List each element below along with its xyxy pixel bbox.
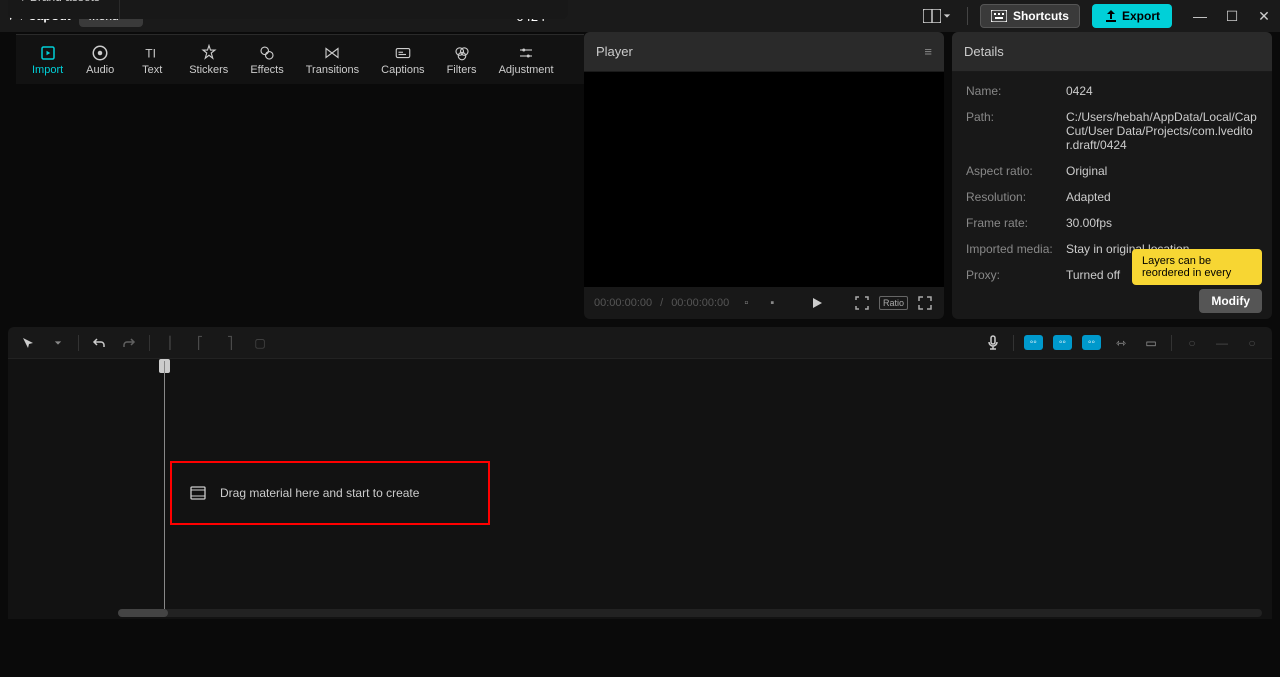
player-viewport[interactable] — [584, 72, 944, 287]
timeline-scrollbar[interactable] — [118, 609, 1262, 617]
track-preview-on[interactable]: ◦◦ — [1082, 335, 1101, 350]
cursor-tool[interactable] — [18, 333, 38, 353]
media-panel: Device Import AI generated Stock mate...… — [8, 0, 568, 19]
timeline-drop-hint[interactable]: Drag material here and start to create — [170, 461, 490, 525]
timeline-panel: ⎮ ⎡ ⎤ ▢ ◦◦ ◦◦ ◦◦ ⇿ ▭ ○ — ○ Drag material… — [8, 327, 1272, 619]
detail-value-resolution: Adapted — [1066, 190, 1258, 204]
align-tool[interactable]: ⇿ — [1111, 333, 1131, 353]
undo-button[interactable] — [89, 333, 109, 353]
detail-value-name: 0424 — [1066, 84, 1258, 98]
time-current: 00:00:00:00 — [594, 297, 652, 309]
fullscreen-icon[interactable] — [916, 294, 934, 312]
detail-value-aspect: Original — [1066, 164, 1258, 178]
close-button[interactable]: ✕ — [1256, 8, 1272, 25]
timeline-toolbar: ⎮ ⎡ ⎤ ▢ ◦◦ ◦◦ ◦◦ ⇿ ▭ ○ — ○ — [8, 327, 1272, 359]
text-icon: TI — [143, 44, 161, 62]
detail-label-framerate: Frame rate: — [966, 216, 1066, 230]
stickers-icon — [200, 44, 218, 62]
scan-icon[interactable] — [853, 294, 871, 312]
tab-effects[interactable]: Effects — [242, 40, 291, 80]
layout-switch-button[interactable] — [919, 7, 955, 25]
details-header: Details — [964, 44, 1004, 59]
zoom-out-icon[interactable]: ▫ — [737, 294, 755, 312]
tab-audio[interactable]: Audio — [77, 40, 123, 80]
film-icon — [190, 486, 206, 500]
modify-button[interactable]: Modify — [1199, 289, 1262, 313]
clip-tool[interactable]: ▭ — [1141, 333, 1161, 353]
audio-icon — [91, 44, 109, 62]
tab-import[interactable]: Import — [24, 40, 71, 80]
adjustment-icon — [517, 44, 535, 62]
track-link-on[interactable]: ◦◦ — [1053, 335, 1072, 350]
play-button[interactable] — [808, 294, 826, 312]
tab-filters[interactable]: Filters — [439, 40, 485, 80]
captions-icon — [394, 44, 412, 62]
timeline-body[interactable]: Drag material here and start to create — [8, 359, 1272, 619]
tab-stickers[interactable]: Stickers — [181, 40, 236, 80]
import-drop-area[interactable]: + Import Videos, audios, and images — [120, 0, 568, 19]
player-panel: Player ≡ 00:00:00:00 / 00:00:00:00 ▫ ▪ R… — [584, 32, 944, 319]
detail-label-proxy: Proxy: — [966, 268, 1066, 282]
detail-label-resolution: Resolution: — [966, 190, 1066, 204]
maximize-button[interactable]: ☐ — [1224, 8, 1240, 25]
transitions-icon — [323, 44, 341, 62]
svg-text:TI: TI — [145, 46, 156, 60]
filters-icon — [453, 44, 471, 62]
tab-adjustment[interactable]: Adjustment — [491, 40, 562, 80]
export-button[interactable]: Export — [1092, 4, 1172, 28]
keyboard-icon — [991, 10, 1007, 22]
sidebar-item-brand-assets[interactable]: Brand assets — [14, 0, 113, 11]
tab-text[interactable]: TI Text — [129, 40, 175, 80]
ratio-button[interactable]: Ratio — [879, 296, 908, 310]
detail-value-path: C:/Users/hebah/AppData/Local/CapCut/User… — [1066, 110, 1258, 152]
zoom-in-icon[interactable]: ▪ — [763, 294, 781, 312]
zoom-out-timeline[interactable]: ○ — [1182, 333, 1202, 353]
export-icon — [1104, 9, 1118, 23]
import-icon — [39, 44, 57, 62]
detail-label-path: Path: — [966, 110, 1066, 152]
tab-transitions[interactable]: Transitions — [298, 40, 367, 80]
detail-label-aspect: Aspect ratio: — [966, 164, 1066, 178]
shortcuts-button[interactable]: Shortcuts — [980, 4, 1080, 28]
chevron-down-icon — [943, 12, 951, 20]
media-sidebar: Device Import AI generated Stock mate...… — [8, 0, 120, 19]
cursor-dropdown[interactable] — [48, 333, 68, 353]
split-left-tool[interactable]: ⎡ — [190, 333, 210, 353]
time-total: 00:00:00:00 — [671, 297, 729, 309]
zoom-slider[interactable]: — — [1212, 333, 1232, 353]
split-right-tool[interactable]: ⎤ — [220, 333, 240, 353]
details-panel: Details Name:0424 Path:C:/Users/hebah/Ap… — [952, 32, 1272, 319]
detail-label-imported: Imported media: — [966, 242, 1066, 256]
player-header: Player — [596, 44, 633, 59]
delete-tool[interactable]: ▢ — [250, 333, 270, 353]
split-tool[interactable]: ⎮ — [160, 333, 180, 353]
minimize-button[interactable]: — — [1192, 8, 1208, 25]
tooltip-layers: Layers can be reordered in every — [1132, 249, 1262, 285]
zoom-in-timeline[interactable]: ○ — [1242, 333, 1262, 353]
redo-button[interactable] — [119, 333, 139, 353]
player-controls: 00:00:00:00 / 00:00:00:00 ▫ ▪ Ratio — [584, 287, 944, 319]
asset-tabs: Import Audio TI Text Stickers Effects Tr… — [16, 34, 584, 84]
effects-icon — [258, 44, 276, 62]
tab-captions[interactable]: Captions — [373, 40, 432, 80]
microphone-button[interactable] — [983, 333, 1003, 353]
player-menu-icon[interactable]: ≡ — [924, 44, 932, 59]
detail-value-framerate: 30.00fps — [1066, 216, 1258, 230]
detail-label-name: Name: — [966, 84, 1066, 98]
track-magnet-on[interactable]: ◦◦ — [1024, 335, 1043, 350]
playhead[interactable] — [164, 361, 165, 611]
